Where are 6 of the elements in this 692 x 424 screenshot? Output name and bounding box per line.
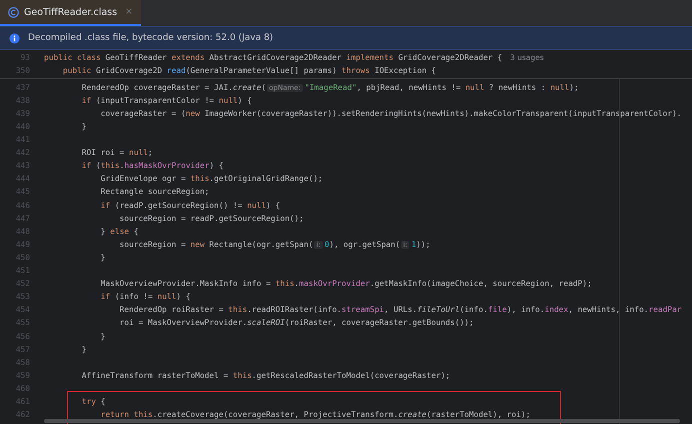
decompiled-notice: Decompiled .class file, bytecode version: 52.0 (Java 8): [28, 33, 274, 43]
file-tab[interactable]: GeoTiffReader.class ×: [0, 0, 141, 26]
horizontal-scrollbar[interactable]: [44, 419, 680, 423]
close-button[interactable]: ×: [125, 7, 133, 17]
info-icon: [9, 32, 20, 44]
class-icon: [8, 6, 19, 18]
